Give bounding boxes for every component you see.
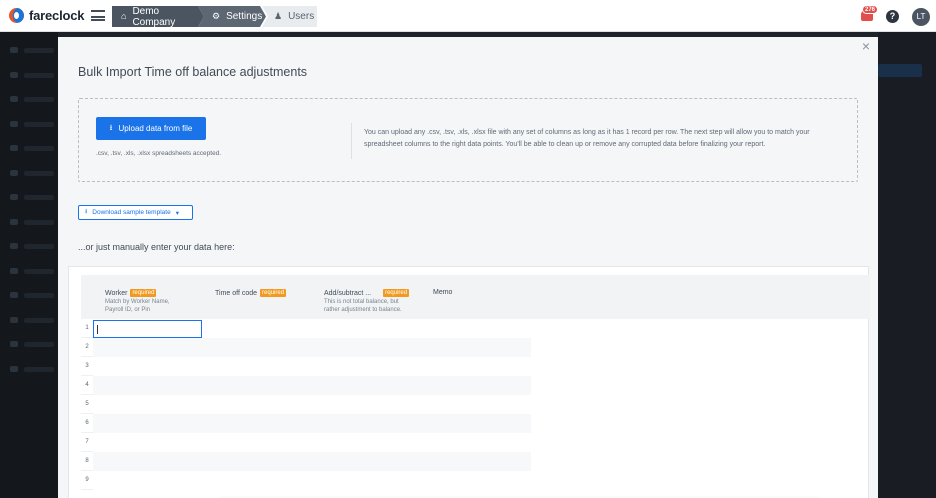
column-add-subtract-hint: This is not total balance, but rather ad… (324, 299, 402, 313)
download-icon: ⭳ (85, 208, 88, 215)
row-number: 9 (85, 477, 89, 483)
required-badge: required (383, 289, 410, 297)
row-number: 1 (85, 325, 89, 331)
upload-button-label: Upload data from file (118, 124, 193, 133)
row-number: 2 (85, 344, 89, 350)
table-row: 9 (81, 471, 531, 490)
column-header-add-subtract[interactable]: Add/subtract ... required (324, 289, 410, 297)
row-cells[interactable] (93, 376, 531, 395)
text-caret (97, 325, 98, 334)
download-sample-label: Download sample template (92, 209, 171, 216)
column-add-subtract-label: Add/subtract ... (324, 290, 372, 297)
breadcrumb-users-label: Users (288, 11, 315, 22)
required-badge: required (130, 289, 157, 297)
help-icon[interactable]: ? (886, 10, 899, 23)
row-cells[interactable] (93, 414, 531, 433)
table-row: 8 (81, 452, 531, 471)
row-cells[interactable] (93, 338, 531, 357)
fareclock-logo-icon (9, 8, 24, 23)
row-number: 8 (85, 458, 89, 464)
modal-title: Bulk Import Time off balance adjustments (78, 65, 308, 79)
close-icon[interactable]: × (859, 39, 873, 53)
table-row: 2 (81, 338, 531, 357)
gear-icon: ⚙ (212, 11, 221, 21)
row-cells[interactable] (93, 452, 531, 471)
accepted-formats-text: .csv, .tsv, .xls, .xlsx spreadsheets acc… (96, 150, 222, 157)
column-header-worker[interactable]: Worker required (105, 289, 157, 297)
sidebar-dimmed (0, 32, 58, 498)
row-number: 3 (85, 363, 89, 369)
row-cells[interactable] (93, 471, 531, 490)
download-sample-button[interactable]: ⭳ Download sample template ▾ (78, 205, 193, 220)
brand-name: fareclock (29, 8, 85, 23)
breadcrumb-company-label: Demo Company (132, 5, 176, 28)
row-number: 7 (85, 439, 89, 445)
brand-logo[interactable]: fareclock (9, 8, 84, 23)
top-bar: fareclock ⌂ Demo Company ⚙ Settings ♟ Us… (0, 0, 936, 32)
breadcrumb-settings[interactable]: ⚙ Settings (198, 6, 266, 27)
manual-entry-heading: ...or just manually enter your data here… (78, 242, 235, 252)
table-row: 1 (81, 319, 531, 338)
table-row: 7 (81, 433, 531, 452)
column-worker-hint: Match by Worker Name, Payroll ID, or Pin (105, 299, 170, 313)
upload-button[interactable]: ⭳ Upload data from file (96, 117, 206, 140)
row-number: 5 (85, 401, 89, 407)
column-time-off-code-label: Time off code (215, 290, 258, 297)
row-cells[interactable] (93, 395, 531, 414)
required-badge: required (260, 289, 287, 297)
row-cells[interactable] (93, 357, 531, 376)
worker-cell-input[interactable] (93, 320, 202, 338)
column-memo-label: Memo (433, 289, 453, 296)
bulk-import-modal: × Bulk Import Time off balance adjustmen… (58, 37, 878, 498)
table-row: 3 (81, 357, 531, 376)
home-icon: ⌂ (121, 11, 127, 21)
row-number: 6 (85, 420, 89, 426)
column-worker-label: Worker (105, 290, 128, 297)
row-cells[interactable] (93, 433, 531, 452)
notifications-badge: 276 (862, 5, 879, 14)
breadcrumb-settings-label: Settings (226, 11, 263, 22)
table-row: 6 (81, 414, 531, 433)
chevron-down-icon: ▾ (175, 209, 179, 217)
user-avatar[interactable]: LT (912, 8, 930, 26)
upload-icon: ⭳ (109, 122, 113, 132)
table-row: 4 (81, 376, 531, 395)
row-number: 4 (85, 382, 89, 388)
upload-info-text: You can upload any .csv, .tsv, .xls, .xl… (364, 129, 810, 148)
page-background-dimmed (878, 32, 936, 498)
upload-dropzone[interactable]: ⭳ Upload data from file .csv, .tsv, .xls… (78, 98, 858, 182)
column-header-time-off-code[interactable]: Time off code required (215, 289, 287, 297)
column-header-memo[interactable]: Memo (433, 289, 452, 296)
menu-toggle-icon[interactable] (91, 10, 105, 21)
users-icon: ♟ (274, 11, 283, 21)
breadcrumb-users[interactable]: ♟ Users (262, 6, 317, 27)
table-row: 5 (81, 395, 531, 414)
data-grid: Worker required Match by Worker Name, Pay… (68, 266, 870, 498)
background-button-dimmed (878, 64, 922, 77)
dropzone-divider (351, 123, 352, 159)
breadcrumb-company[interactable]: ⌂ Demo Company (112, 6, 204, 27)
grid-header: Worker required Match by Worker Name, Pay… (81, 275, 870, 319)
